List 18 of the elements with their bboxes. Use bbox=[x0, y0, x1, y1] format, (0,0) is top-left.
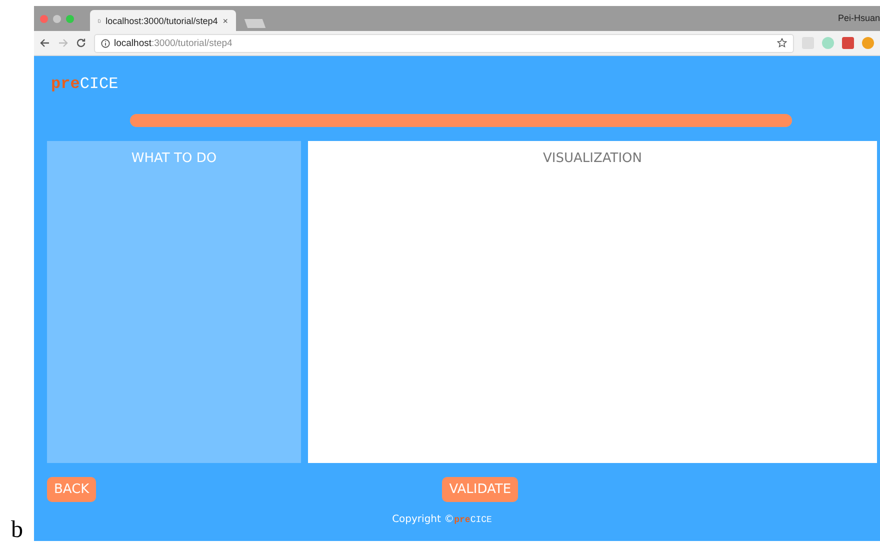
new-tab-button[interactable] bbox=[244, 19, 266, 28]
close-tab-button[interactable]: × bbox=[222, 16, 228, 26]
figure-label: b bbox=[11, 517, 23, 543]
minimize-window-icon[interactable] bbox=[53, 14, 61, 22]
brand-name: preCICE bbox=[454, 515, 492, 525]
address-field[interactable]: localhost:3000/tutorial/step4 bbox=[94, 34, 794, 52]
browser-tab[interactable]: localhost:3000/tutorial/step4 × bbox=[90, 10, 236, 31]
copyright-text: Copyright © bbox=[392, 514, 454, 525]
user-name[interactable]: Pei-Hsuan bbox=[838, 13, 880, 23]
forward-icon[interactable] bbox=[58, 38, 68, 48]
close-window-icon[interactable] bbox=[40, 14, 48, 22]
back-icon[interactable] bbox=[40, 38, 50, 48]
maximize-window-icon[interactable] bbox=[66, 14, 74, 22]
info-icon bbox=[101, 38, 110, 48]
panel-title: VISUALIZATION bbox=[543, 151, 642, 167]
star-icon[interactable] bbox=[777, 38, 787, 48]
panel-title: WHAT TO DO bbox=[131, 151, 217, 167]
reload-icon[interactable] bbox=[76, 38, 86, 48]
